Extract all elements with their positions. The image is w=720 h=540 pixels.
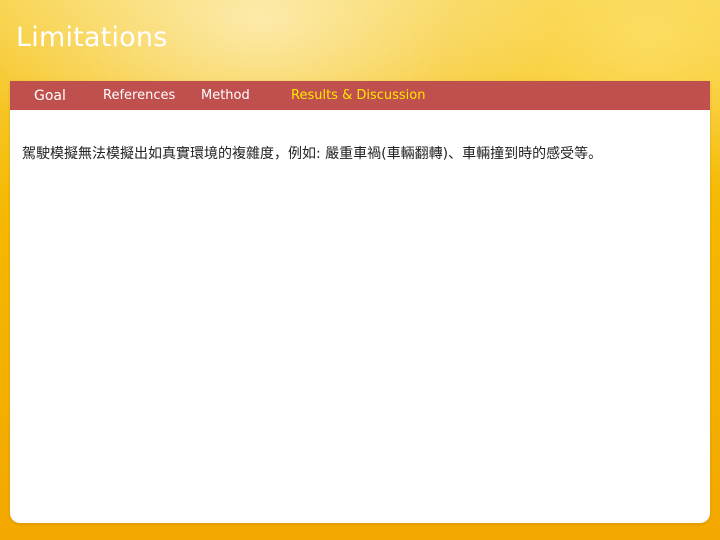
nav-bar: Goal References Method Results & Discuss… <box>10 81 710 110</box>
nav-item-references[interactable]: References <box>103 81 175 110</box>
limitations-text: 駕駛模擬無法模擬出如真實環境的複雜度，例如: 嚴重車禍(車輛翻轉)、車輛撞到時的… <box>22 146 603 162</box>
nav-item-results-discussion[interactable]: Results & Discussion <box>291 81 425 110</box>
nav-item-goal[interactable]: Goal <box>34 81 66 110</box>
slide-title: Limitations <box>16 22 168 53</box>
nav-item-method[interactable]: Method <box>201 81 250 110</box>
